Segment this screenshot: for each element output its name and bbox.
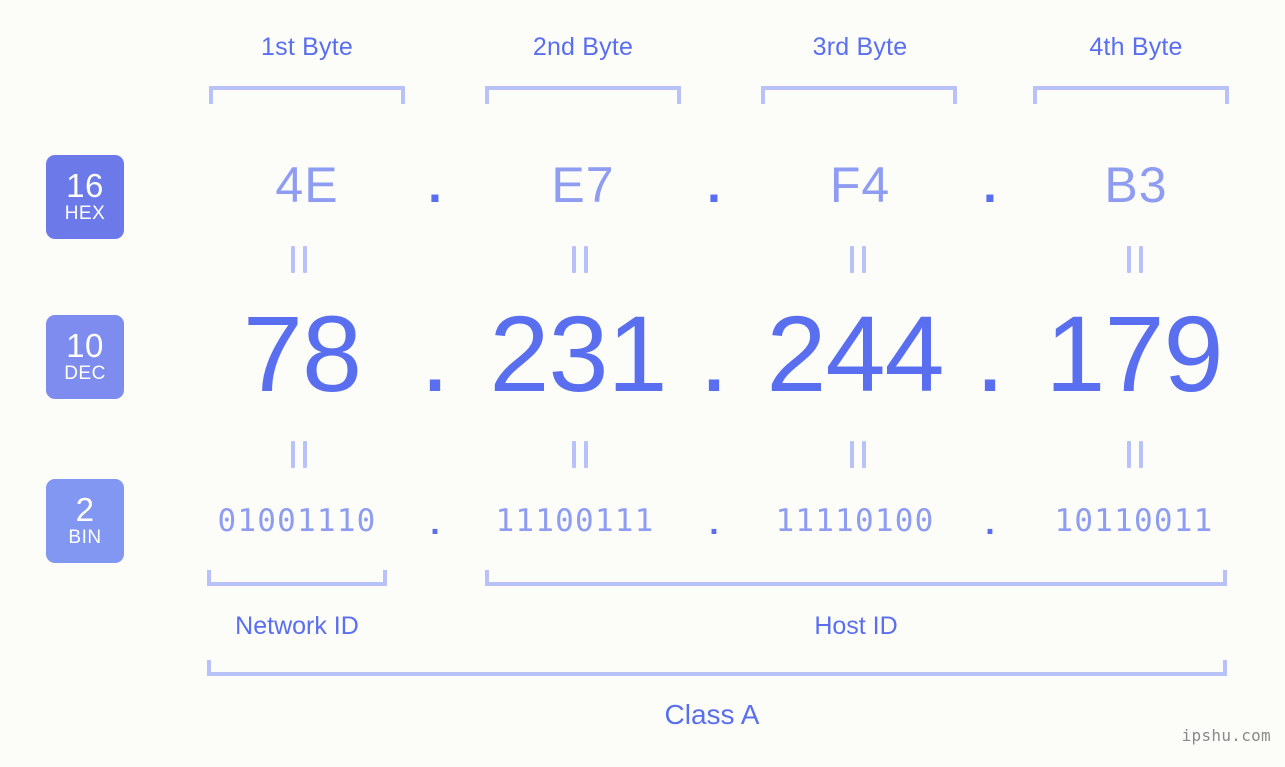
equivalence-mark-hex-dec-1 [291, 246, 309, 273]
radix-badge-hex-name: HEX [64, 203, 106, 224]
dec-octet-3: 244 [766, 293, 944, 414]
bin-octet-2: 11100111 [495, 503, 655, 539]
bin-octet-1: 01001110 [217, 503, 377, 539]
dec-separator-3: . [974, 293, 1005, 414]
network-id-bracket [207, 570, 387, 586]
byte-header-3: 3rd Byte [812, 33, 908, 61]
radix-badge-bin-name: BIN [68, 527, 102, 548]
host-id-label: Host ID [814, 612, 898, 640]
bin-separator-2: . [709, 504, 719, 542]
bin-separator-1: . [430, 504, 440, 542]
equivalence-mark-hex-dec-3 [850, 246, 868, 273]
byte-bracket-2 [485, 86, 681, 104]
ip-byte-breakdown-diagram: 1st Byte 2nd Byte 3rd Byte 4th Byte 16 H… [0, 0, 1285, 767]
hex-separator-3: . [983, 157, 997, 213]
byte-header-4: 4th Byte [1089, 33, 1183, 61]
radix-badge-dec-name: DEC [64, 363, 106, 384]
equivalence-mark-hex-dec-4 [1127, 246, 1145, 273]
dec-separator-2: . [698, 293, 729, 414]
byte-header-1: 1st Byte [261, 33, 353, 61]
bin-octet-4: 10110011 [1054, 503, 1214, 539]
hex-octet-1: 4E [275, 157, 339, 213]
byte-bracket-1 [209, 86, 405, 104]
dec-octet-2: 231 [489, 293, 667, 414]
site-watermark: ipshu.com [1181, 726, 1271, 745]
equivalence-mark-dec-bin-2 [572, 441, 590, 468]
equivalence-mark-hex-dec-2 [572, 246, 590, 273]
radix-badge-hex: 16 HEX [46, 155, 124, 239]
equivalence-mark-dec-bin-4 [1127, 441, 1145, 468]
host-id-bracket [485, 570, 1227, 586]
dec-separator-1: . [419, 293, 450, 414]
bin-separator-3: . [985, 504, 995, 542]
bin-octet-3: 11110100 [775, 503, 935, 539]
equivalence-mark-dec-bin-3 [850, 441, 868, 468]
address-class-label: Class A [664, 699, 760, 730]
radix-badge-bin: 2 BIN [46, 479, 124, 563]
hex-separator-1: . [428, 157, 442, 213]
equivalence-mark-dec-bin-1 [291, 441, 309, 468]
byte-bracket-3 [761, 86, 957, 104]
network-id-label: Network ID [235, 612, 359, 640]
byte-bracket-4 [1033, 86, 1229, 104]
hex-octet-2: E7 [551, 157, 615, 213]
radix-badge-dec-number: 10 [66, 327, 104, 364]
hex-octet-4: B3 [1104, 157, 1168, 213]
radix-badge-dec: 10 DEC [46, 315, 124, 399]
dec-octet-4: 179 [1045, 293, 1223, 414]
hex-separator-2: . [707, 157, 721, 213]
radix-badge-hex-number: 16 [66, 167, 104, 204]
radix-badge-bin-number: 2 [75, 491, 95, 528]
byte-header-2: 2nd Byte [532, 33, 634, 61]
dec-octet-1: 78 [242, 293, 362, 414]
address-class-bracket [207, 660, 1227, 676]
hex-octet-3: F4 [829, 157, 891, 213]
